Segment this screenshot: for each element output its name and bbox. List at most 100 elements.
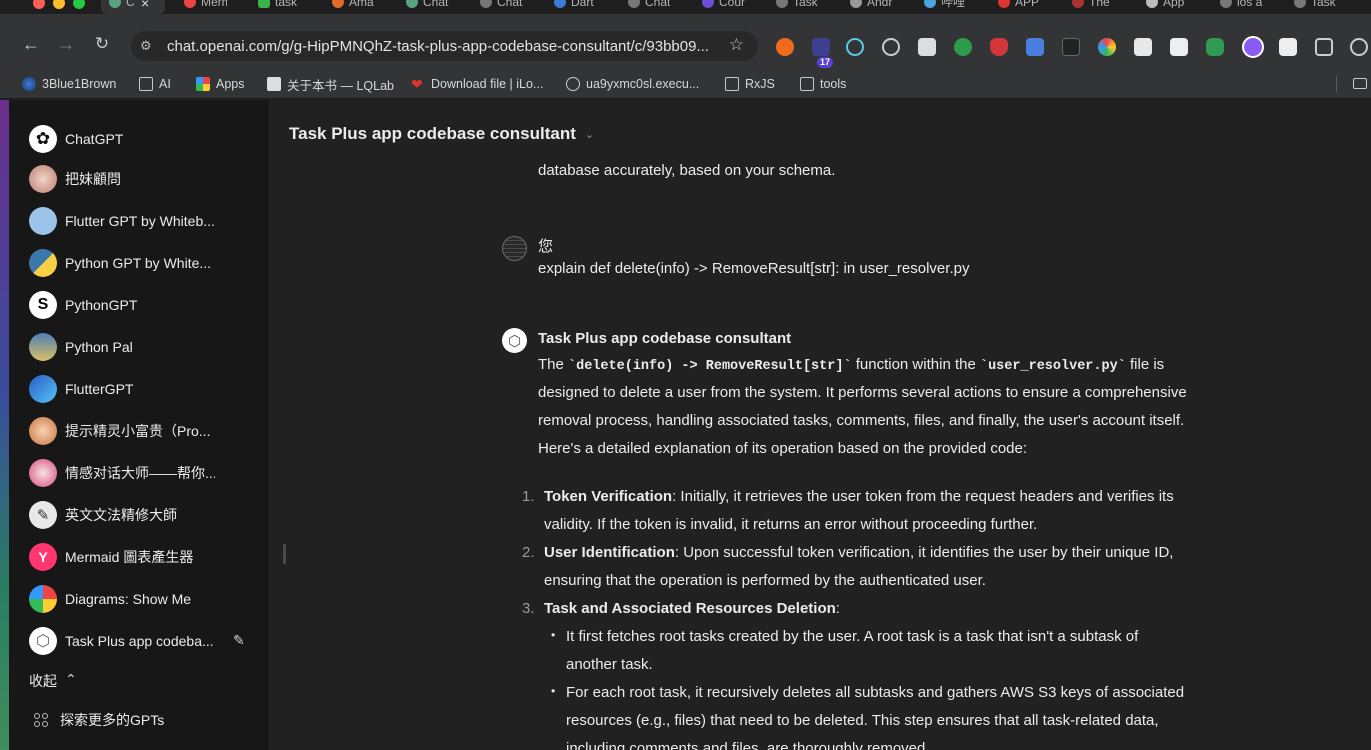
openai-logo-icon: ✿	[29, 125, 57, 153]
tab[interactable]: APP	[990, 0, 1041, 14]
sidebar-item-gpt-active[interactable]: ⬡ Task Plus app codeba... ✎	[29, 626, 249, 656]
profile-icon[interactable]	[1350, 38, 1368, 56]
extension-icon[interactable]	[918, 38, 936, 56]
react-devtools-icon[interactable]	[846, 38, 864, 56]
python-logo-icon	[29, 249, 57, 277]
minimize-window-button[interactable]	[53, 0, 65, 9]
extension-icon[interactable]	[1098, 38, 1116, 56]
tab[interactable]: task	[250, 0, 301, 14]
tab-active[interactable]: C ×	[101, 0, 165, 14]
tab-label: Task	[793, 0, 818, 8]
bookmark-3blue1brown[interactable]: 3Blue1Brown	[22, 75, 116, 93]
translate-icon[interactable]	[1026, 38, 1044, 56]
gpt-avatar	[29, 333, 57, 361]
explore-gpts-link[interactable]: 探索更多的GPTs	[34, 710, 164, 730]
list-number: 3.	[522, 600, 535, 617]
favicon-icon	[776, 0, 788, 8]
cube-icon: ⬡	[507, 332, 522, 350]
bullet-item-cont: another task.	[566, 656, 653, 673]
close-window-button[interactable]	[33, 0, 45, 9]
3b1b-icon	[22, 77, 36, 91]
sidebar-item-label: FlutterGPT	[65, 381, 134, 397]
tab[interactable]: Chat	[472, 0, 523, 14]
bookmark-star-icon[interactable]: ☆	[729, 35, 744, 55]
close-tab-icon[interactable]: ×	[141, 0, 149, 10]
tab[interactable]: The	[1064, 0, 1115, 14]
favicon-icon	[258, 0, 270, 8]
bookmark-ilovepdf[interactable]: ❤ Download file | iLo...	[411, 75, 543, 93]
gpt-avatar	[29, 417, 57, 445]
sidebar-item-gpt[interactable]: 情感对话大师——帮你...	[29, 458, 249, 488]
forward-arrow-icon[interactable]: →	[55, 33, 77, 55]
bullet-dot: •	[551, 684, 556, 698]
collapse-toggle[interactable]: 收起 ⌃	[29, 671, 77, 691]
sidebar-item-label: 提示精灵小富贵（Pro...	[65, 423, 211, 439]
sidebar-item-chatgpt[interactable]: ✿ ChatGPT	[29, 124, 249, 154]
gpt-title-dropdown[interactable]: Task Plus app codebase consultant ⌄	[289, 124, 594, 144]
reload-icon[interactable]: ↻	[91, 33, 113, 55]
extension-icon[interactable]	[776, 38, 794, 56]
tab[interactable]: Ama	[324, 0, 375, 14]
extension-icon[interactable]	[1206, 38, 1224, 56]
sidebar-item-gpt[interactable]: ✎ 英文文法精修大師	[29, 500, 249, 530]
bookmark-apps[interactable]: Apps	[196, 75, 245, 93]
tab-label: Cour	[719, 0, 745, 8]
tab[interactable]: Andr	[842, 0, 893, 14]
tab[interactable]: Task	[1286, 0, 1337, 14]
tab[interactable]: Merm	[176, 0, 227, 14]
site-settings-icon[interactable]: ⚙	[140, 38, 158, 54]
tab[interactable]: Cour	[694, 0, 745, 14]
tab-label: Chat	[423, 0, 449, 8]
tab[interactable]: ios a	[1212, 0, 1263, 14]
favicon-icon	[480, 0, 492, 8]
sidebar-item-label: Task Plus app codeba...	[65, 633, 214, 649]
tab[interactable]: Chat	[620, 0, 671, 14]
extension-icon[interactable]	[1279, 38, 1297, 56]
tab[interactable]: Dart	[546, 0, 597, 14]
tab[interactable]: 哔哩	[916, 0, 967, 14]
other-bookmarks-folder-icon[interactable]	[1353, 78, 1367, 89]
sidebar-item-gpt[interactable]: Diagrams: Show Me	[29, 584, 249, 614]
sidebar-item-gpt[interactable]: S PythonGPT	[29, 290, 249, 320]
address-bar[interactable]: ⚙ chat.openai.com/g/g-HipPMNQhZ-task-plu…	[131, 31, 758, 61]
tab[interactable]: Chat	[398, 0, 449, 14]
assistant-avatar: ⬡	[502, 328, 527, 353]
bookmark-ai-folder[interactable]: AI	[139, 75, 171, 93]
bookmark-execute-api[interactable]: ua9yxmc0sl.execu...	[566, 75, 699, 93]
tab[interactable]: Task	[768, 0, 819, 14]
tab[interactable]: App	[1138, 0, 1189, 14]
bookmark-lqlab[interactable]: 关于本书 — LQLab	[267, 75, 394, 93]
sidebar-item-gpt[interactable]: 把妹顧問	[29, 164, 249, 194]
text: : Upon successful token verification, it…	[674, 544, 1174, 561]
extension-icon[interactable]	[1062, 38, 1080, 56]
sidebar-item-label: Mermaid 圖表產生器	[65, 549, 194, 565]
qr-code-icon[interactable]	[1170, 38, 1188, 56]
maximize-window-button[interactable]	[73, 0, 85, 9]
tab-strip: C × Merm task Ama Chat Chat Dart Chat Co…	[0, 0, 1371, 14]
shield-extension-icon[interactable]	[990, 38, 1008, 56]
favicon-icon	[1294, 0, 1306, 8]
sidebar-item-gpt[interactable]: Python Pal	[29, 332, 249, 362]
tab-label: Andr	[867, 0, 893, 8]
bookmark-tools-folder[interactable]: tools	[800, 75, 846, 93]
extension-icon[interactable]	[882, 38, 900, 56]
evernote-icon[interactable]	[954, 38, 972, 56]
extension-icon[interactable]	[1134, 38, 1152, 56]
new-chat-edit-icon[interactable]: ✎	[233, 632, 249, 648]
bookmark-rxjs-folder[interactable]: RxJS	[725, 75, 775, 93]
back-arrow-icon[interactable]: ←	[20, 33, 42, 55]
tab-label: 哔哩	[941, 0, 966, 8]
sidebar-item-gpt[interactable]: FlutterGPT	[29, 374, 249, 404]
extension-icon[interactable]	[812, 38, 830, 56]
list-item: Task and Associated Resources Deletion:	[544, 595, 840, 623]
sidebar-resize-handle[interactable]	[283, 544, 286, 564]
book-icon	[267, 77, 281, 91]
sidebar-item-gpt[interactable]: Python GPT by White...	[29, 248, 249, 278]
sidebar-item-gpt[interactable]: Y Mermaid 圖表產生器	[29, 542, 249, 572]
sidebar-item-gpt[interactable]: 提示精灵小富贵（Pro...	[29, 416, 249, 446]
puzzle-extensions-icon[interactable]	[1315, 38, 1333, 56]
sidebar-item-gpt[interactable]: Flutter GPT by Whiteb...	[29, 206, 249, 236]
collapse-label: 收起	[29, 673, 57, 689]
extension-icon[interactable]	[1242, 36, 1264, 58]
text: file is	[1125, 356, 1165, 373]
